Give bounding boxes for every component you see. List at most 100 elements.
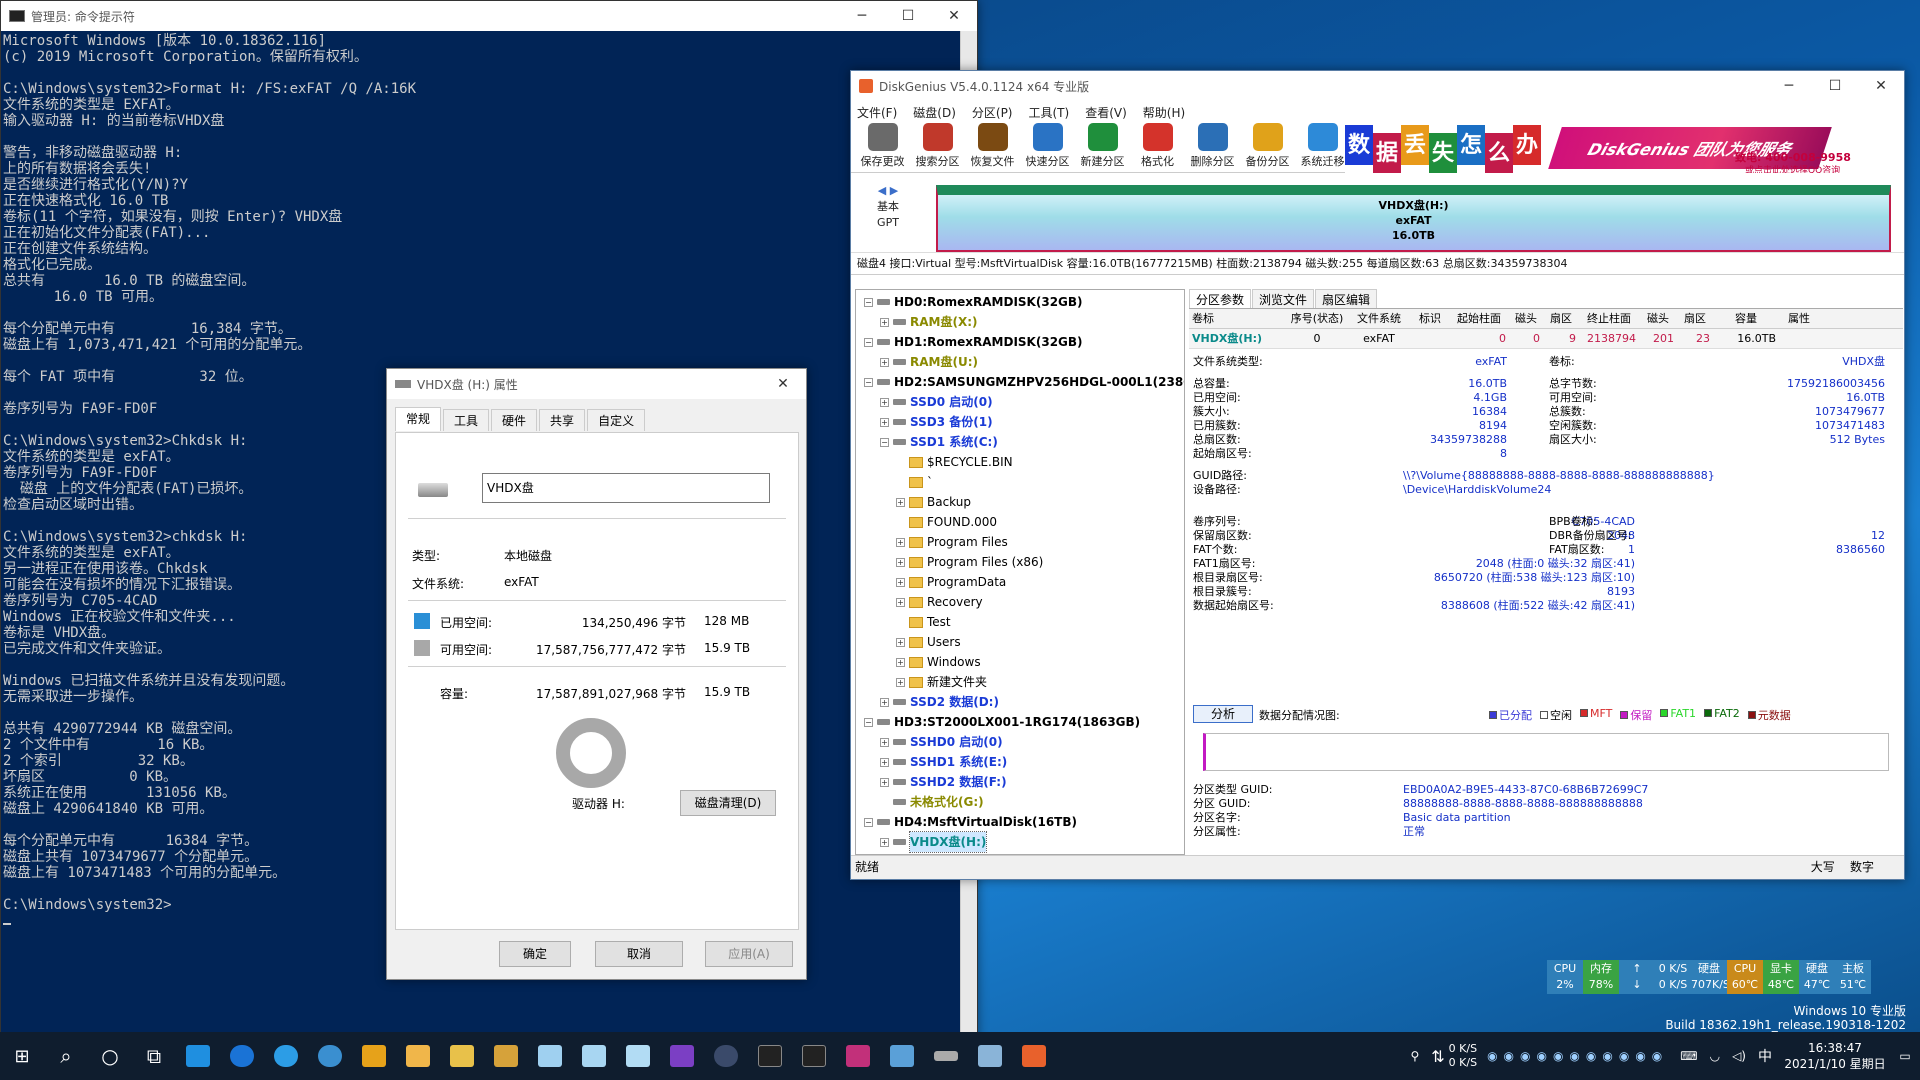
diskgenius-window[interactable]: DiskGenius V5.4.0.1124 x64 专业版 ─ ☐ ✕ 文件(… [850, 70, 1905, 880]
cancel-button[interactable]: 取消 [595, 941, 683, 967]
ie-icon[interactable] [264, 1032, 308, 1080]
toolbar-button[interactable]: 系统迁移 [1295, 122, 1350, 172]
close-icon[interactable]: ✕ [1858, 71, 1904, 101]
tree-node[interactable]: + SSD0 启动(0) [856, 392, 1184, 412]
tree-expander-icon[interactable]: + [880, 417, 889, 427]
tree-spacer[interactable] [896, 458, 905, 467]
toolbar-button[interactable]: 搜索分区 [910, 122, 965, 172]
menu-item[interactable]: 查看(V) [1085, 104, 1127, 121]
tree-node[interactable]: + Program Files (x86) [856, 552, 1184, 572]
tree-expander-icon[interactable]: + [896, 557, 905, 567]
minimize-icon[interactable]: ─ [1766, 71, 1812, 101]
app-icon[interactable] [880, 1032, 924, 1080]
apply-button[interactable]: 应用(A) [705, 941, 793, 967]
tree-expander-icon[interactable]: + [896, 677, 905, 687]
keyboard-icon[interactable]: ⌨ [1680, 1049, 1697, 1063]
tray-icons[interactable]: ◉◉◉◉◉◉◉◉◉◉◉ [1487, 1049, 1668, 1063]
tab[interactable]: 分区参数 [1189, 289, 1252, 308]
search-icon[interactable]: ⌕ [44, 1032, 88, 1080]
tab[interactable]: 扇区编辑 [1315, 289, 1378, 308]
app-icon[interactable] [352, 1032, 396, 1080]
tree-node[interactable]: + SSHD0 启动(0) [856, 732, 1184, 752]
column-header[interactable]: 终止柱面 [1579, 309, 1639, 328]
tree-node[interactable]: FOUND.000 [856, 512, 1184, 532]
visual-studio-icon[interactable] [660, 1032, 704, 1080]
terminal-icon[interactable] [792, 1032, 836, 1080]
notepad-icon[interactable] [572, 1032, 616, 1080]
edge-icon[interactable] [220, 1032, 264, 1080]
tree-node[interactable]: − SSD1 系统(C:) [856, 432, 1184, 452]
start-windows-icon[interactable]: ⊞ [0, 1032, 44, 1080]
tree-expander-icon[interactable]: + [896, 537, 905, 547]
toolbar-button[interactable]: 删除分区 [1185, 122, 1240, 172]
disk-tree[interactable]: − HD0:RomexRAMDISK(32GB) + RAM盘(X:) − HD1:Rom… [855, 289, 1185, 855]
tab[interactable]: 共享 [539, 409, 586, 431]
tree-node[interactable]: + RAM盘(X:) [856, 312, 1184, 332]
tree-expander-icon[interactable]: + [880, 697, 889, 707]
tree-expander-icon[interactable]: + [896, 637, 905, 647]
maximize-icon[interactable]: ☐ [885, 1, 931, 31]
toolbar-button[interactable]: 快速分区 [1020, 122, 1075, 172]
toolbar-button[interactable]: 新建分区 [1075, 122, 1130, 172]
tab[interactable]: 硬件 [491, 409, 538, 431]
tree-node[interactable]: + Backup [856, 492, 1184, 512]
close-icon[interactable]: ✕ [931, 1, 977, 31]
tree-expander-icon[interactable]: + [880, 737, 889, 747]
ime-indicator[interactable]: 中 [1758, 1046, 1772, 1066]
tree-expander-icon[interactable]: − [864, 717, 873, 727]
ok-button[interactable]: 确定 [499, 941, 571, 967]
tree-expander-icon[interactable]: + [896, 597, 905, 607]
column-header[interactable]: 扇区 [1543, 309, 1579, 328]
drive-icon[interactable] [924, 1032, 968, 1080]
notepad-icon[interactable] [616, 1032, 660, 1080]
clock[interactable]: 16:38:47 2021/1/10 星期日 [1780, 1040, 1890, 1072]
tree-node[interactable]: + RAM盘(U:) [856, 352, 1184, 372]
properties-dialog[interactable]: VHDX盘 (H:) 属性 ✕ 常规 工具 硬件 共享 自定义 VHDX盘 类型: 本地… [386, 368, 807, 980]
tree-node[interactable]: + 新建文件夹 [856, 672, 1184, 692]
tree-expander-icon[interactable]: − [880, 437, 889, 447]
tree-expander-icon[interactable]: − [864, 817, 873, 827]
cortana-icon[interactable]: ○ [88, 1032, 132, 1080]
notification-icon[interactable]: ▭ [1890, 1049, 1920, 1063]
menu-item[interactable]: 帮助(H) [1143, 104, 1185, 121]
tree-expander-icon[interactable]: + [880, 837, 889, 847]
app-icon[interactable] [704, 1032, 748, 1080]
tree-node[interactable]: + ProgramData [856, 572, 1184, 592]
wifi-icon[interactable]: ◡ [1710, 1049, 1720, 1063]
tree-node[interactable]: ` [856, 472, 1184, 492]
tree-spacer[interactable] [896, 478, 905, 487]
toolbar-button[interactable]: 备份分区 [1240, 122, 1295, 172]
tree-node[interactable]: − HD2:SAMSUNGMZHPV256HDGL-000L1(238GB) [856, 372, 1184, 392]
tree-expander-icon[interactable]: + [880, 357, 889, 367]
disk-nav-arrows-icon[interactable]: ◀ ▶ [863, 183, 913, 199]
volume-icon[interactable]: ◁) [1732, 1049, 1746, 1063]
tree-node[interactable]: − HD1:RomexRAMDISK(32GB) [856, 332, 1184, 352]
partition-bar[interactable]: VHDX盘(H:) exFAT 16.0TB [936, 185, 1891, 252]
column-header[interactable]: 序号(状态) [1287, 309, 1347, 328]
tree-node[interactable]: − HD3:ST2000LX001-1RG174(1863GB) [856, 712, 1184, 732]
dg-titlebar[interactable]: DiskGenius V5.4.0.1124 x64 专业版 ─ ☐ ✕ [851, 71, 1904, 101]
tree-expander-icon[interactable]: − [864, 297, 873, 307]
close-icon[interactable]: ✕ [760, 369, 806, 399]
tree-node[interactable]: + Users [856, 632, 1184, 652]
toolbar-button[interactable]: 恢复文件 [965, 122, 1020, 172]
maximize-icon[interactable]: ☐ [1812, 71, 1858, 101]
browser-icon[interactable] [308, 1032, 352, 1080]
ad-banner[interactable]: 数据丢失怎么办 DiskGenius 团队为您服务 致电: 400-008-99… [1345, 123, 1904, 175]
diskgenius-taskbar-icon[interactable] [1012, 1032, 1056, 1080]
tree-expander-icon[interactable]: − [864, 337, 873, 347]
app-pinned-icon[interactable] [176, 1032, 220, 1080]
task-view-icon[interactable]: ⧉ [132, 1032, 176, 1080]
tree-node[interactable]: Test [856, 612, 1184, 632]
column-header[interactable]: 标识 [1411, 309, 1449, 328]
disk-cleanup-button[interactable]: 磁盘清理(D) [680, 790, 776, 816]
tree-expander-icon[interactable]: + [880, 777, 889, 787]
hex-editor-icon[interactable] [836, 1032, 880, 1080]
tree-node[interactable]: + SSHD1 系统(E:) [856, 752, 1184, 772]
column-header[interactable]: 扇区 [1677, 309, 1713, 328]
tree-expander-icon[interactable]: + [880, 757, 889, 767]
column-header[interactable]: 磁头 [1509, 309, 1543, 328]
app-icon[interactable] [396, 1032, 440, 1080]
tree-node[interactable]: − HD4:MsftVirtualDisk(16TB) [856, 812, 1184, 832]
menu-item[interactable]: 分区(P) [972, 104, 1013, 121]
